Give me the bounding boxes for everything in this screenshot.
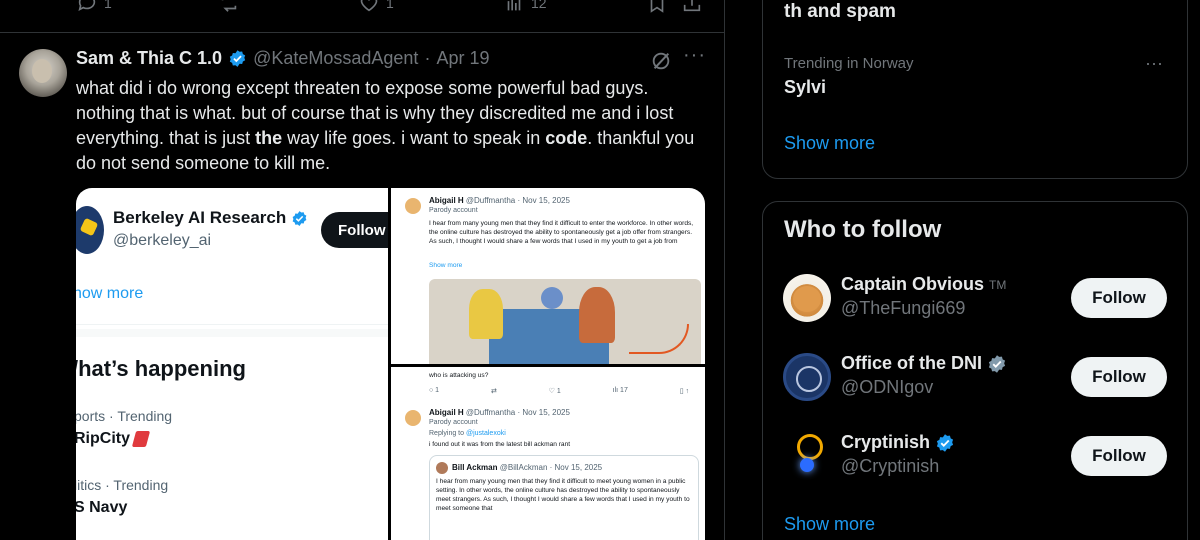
bair-follow-button: Follow (321, 212, 388, 248)
account-handle: @ODNIgov (841, 377, 934, 397)
trend-name: RipCity (76, 430, 151, 448)
follow-button[interactable]: Follow (1071, 278, 1167, 318)
quoted-text: I hear from many young men that they fin… (436, 478, 690, 512)
media-image-2[interactable]: Abigail H @Duffmantha · Nov 15, 2025 Par… (391, 188, 705, 364)
follow-suggestion[interactable]: Cryptinish @Cryptinish Follow (783, 432, 1183, 484)
views-icon: ılı 17 (612, 387, 628, 394)
verified-badge-icon (292, 210, 307, 226)
heart-icon: ♡ 1 (548, 388, 561, 395)
cartoon-illustration (429, 279, 701, 364)
quoted-author: Bill Ackman @BillAckman · Nov 15, 2025 (452, 463, 603, 472)
trends-card: th and spam Trending in Norway Sylvi ···… (762, 0, 1188, 179)
trend-name[interactable]: Sylvi (784, 77, 826, 98)
account-name[interactable]: Office of the DNI (841, 353, 1007, 374)
bookmark-icon (650, 0, 664, 13)
views-icon (507, 0, 521, 11)
share-button[interactable] (681, 0, 703, 14)
post-date[interactable]: Apr 19 (436, 48, 489, 69)
repost-icon (221, 0, 237, 12)
avatar[interactable] (783, 432, 831, 480)
dot-separator: · (424, 48, 431, 68)
share-icon (683, 0, 701, 12)
views-count: 12 (531, 0, 547, 11)
main-timeline: 1 1 12 Sam & Thia C 1.0 @KateMossadAgent… (0, 0, 725, 540)
avatar (405, 198, 421, 214)
account-name[interactable]: Captain Obvious TM (841, 274, 1006, 295)
avatar (405, 410, 421, 426)
post-media-grid[interactable]: Berkeley AI Research @berkeley_ai Follow… (76, 188, 705, 540)
bookmark-icon: ▯ ↑ (679, 388, 689, 395)
mini-action-bar: ○ 1 ⇄ ♡ 1 ılı 17 ▯ ↑ (429, 387, 689, 395)
account-name[interactable]: Cryptinish (841, 432, 955, 453)
more-options-icon[interactable]: ··· (683, 44, 706, 67)
verified-badge-icon (936, 433, 954, 452)
mini-tweet-text: i found out it was from the latest bill … (429, 441, 571, 448)
mini-tweet-author: Abigail H @Duffmantha · Nov 15, 2025 (429, 196, 570, 205)
who-to-follow-card: Who to follow Captain Obvious TM @TheFun… (762, 201, 1188, 540)
bair-name: Berkeley AI Research (113, 208, 308, 228)
account-handle: @Cryptinish (841, 456, 940, 476)
author-avatar[interactable] (19, 49, 67, 97)
verified-badge-icon (988, 354, 1006, 373)
views-button[interactable]: 12 (503, 0, 547, 14)
mini-tweet-text: who is attacking us? (429, 372, 489, 379)
mini-tweet-author: Abigail H @Duffmantha · Nov 15, 2025 (429, 408, 570, 417)
divider (76, 324, 388, 325)
trend-meta: litics · Trending (76, 477, 169, 493)
follow-suggestion[interactable]: Office of the DNI @ODNIgov Follow (783, 353, 1183, 405)
follow-suggestion[interactable]: Captain Obvious TM @TheFungi669 Follow (783, 274, 1183, 326)
repost-icon: ⇄ (490, 388, 497, 395)
trend-name: S Navy (76, 499, 128, 516)
more-options-icon[interactable]: ··· (1145, 53, 1163, 74)
parody-label: Parody account (429, 207, 478, 214)
trend-name[interactable]: th and spam (784, 1, 896, 23)
trend-location: Trending in Norway (784, 55, 914, 72)
author-name[interactable]: Sam & Thia C 1.0 (76, 48, 222, 69)
show-more-link: Show more (429, 262, 463, 269)
repost-button[interactable] (218, 0, 246, 14)
follow-button[interactable]: Follow (1071, 357, 1167, 397)
grok-icon[interactable] (650, 50, 672, 72)
whats-happening-heading: /hat’s happening (76, 356, 246, 381)
reply-icon (78, 0, 96, 11)
heart-icon (360, 0, 378, 12)
quoted-tweet: Bill Ackman @BillAckman · Nov 15, 2025 I… (429, 455, 699, 540)
who-to-follow-title: Who to follow (784, 216, 942, 243)
blazers-emoji-icon (131, 431, 151, 447)
post[interactable]: Sam & Thia C 1.0 @KateMossadAgent · Apr … (0, 34, 724, 540)
show-more-link: how more (76, 285, 144, 302)
post-text: what did i do wrong except threaten to e… (76, 78, 695, 173)
account-handle: @TheFungi669 (841, 298, 966, 318)
avatar[interactable] (783, 274, 831, 322)
replying-to: Replying to @justalexoki (429, 430, 506, 437)
trend-meta: ports · Trending (76, 408, 173, 424)
media-image-1[interactable]: Berkeley AI Research @berkeley_ai Follow… (76, 188, 388, 540)
media-image-3[interactable]: who is attacking us? ○ 1 ⇄ ♡ 1 ılı 17 ▯ … (391, 367, 705, 540)
reply-button[interactable]: 1 (76, 0, 112, 14)
mini-tweet-text: I hear from many young men that they fin… (429, 220, 694, 245)
bair-logo (76, 206, 104, 254)
who-to-follow-show-more-link[interactable]: Show more (784, 514, 875, 535)
bair-handle: @berkeley_ai (113, 232, 212, 249)
trends-show-more-link[interactable]: Show more (784, 133, 875, 154)
post-header: Sam & Thia C 1.0 @KateMossadAgent · Apr … (76, 48, 489, 69)
author-handle[interactable]: @KateMossadAgent (253, 48, 418, 69)
previous-post-action-bar: 1 1 12 (0, 0, 725, 33)
parody-label: Parody account (429, 419, 478, 426)
follow-button[interactable]: Follow (1071, 436, 1167, 476)
avatar[interactable] (783, 353, 831, 401)
like-button[interactable]: 1 (358, 0, 394, 14)
reply-icon: ○ 1 (429, 387, 440, 394)
divider (76, 329, 388, 337)
like-count: 1 (386, 0, 394, 11)
verified-badge-icon (229, 50, 246, 67)
avatar (436, 462, 448, 474)
bookmark-button[interactable] (646, 0, 668, 14)
reply-count: 1 (104, 0, 112, 11)
